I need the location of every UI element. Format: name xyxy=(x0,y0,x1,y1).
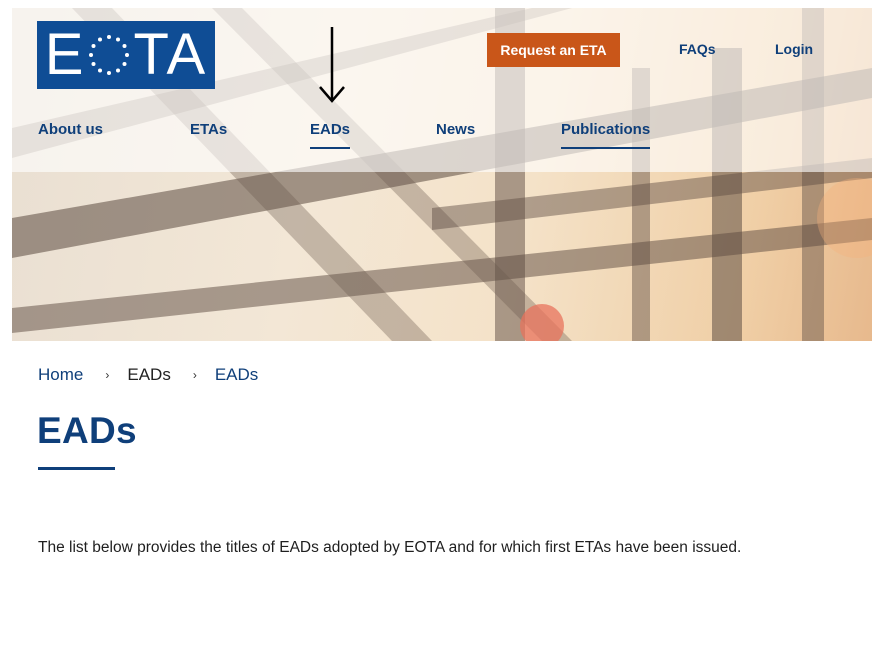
login-link[interactable]: Login xyxy=(775,41,813,57)
nav-news[interactable]: News xyxy=(436,121,475,147)
breadcrumb-eads-section[interactable]: EADs xyxy=(127,365,170,385)
breadcrumb-separator-icon: › xyxy=(192,368,197,382)
request-eta-button[interactable]: Request an ETA xyxy=(487,33,620,67)
eu-stars-icon xyxy=(89,35,130,75)
nav-etas[interactable]: ETAs xyxy=(190,121,227,147)
breadcrumb-home[interactable]: Home xyxy=(38,365,83,385)
nav-about-us[interactable]: About us xyxy=(38,121,103,147)
eota-logo[interactable]: E TA xyxy=(37,21,215,89)
nav-publications[interactable]: Publications xyxy=(561,121,651,149)
title-underline xyxy=(38,467,115,470)
logo-letter-e: E xyxy=(44,22,86,87)
breadcrumb-separator-icon: › xyxy=(105,368,110,382)
page-title: EADs xyxy=(37,410,137,451)
down-arrow-icon xyxy=(319,27,345,103)
nav-eads[interactable]: EADs xyxy=(310,121,351,149)
breadcrumb-eads-current[interactable]: EADs xyxy=(215,365,258,385)
intro-text: The list below provides the titles of EA… xyxy=(38,539,742,556)
faqs-link[interactable]: FAQs xyxy=(679,41,716,57)
logo-letters-ta: TA xyxy=(133,22,208,87)
breadcrumb: Home › EADs › EADs xyxy=(38,365,258,385)
